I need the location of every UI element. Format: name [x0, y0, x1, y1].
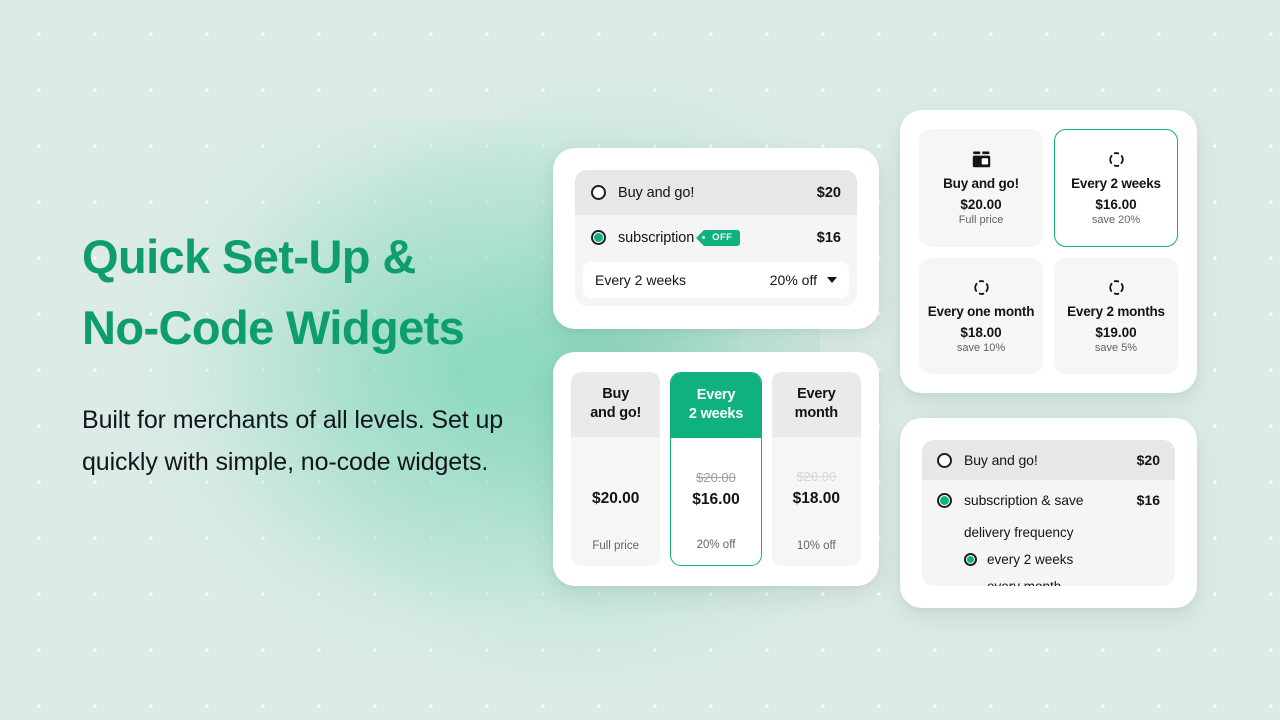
frequency-option-every-2-weeks[interactable]: every 2 weeks [922, 546, 1175, 573]
tile-note: save 20% [1091, 214, 1141, 226]
radio-icon-selected[interactable] [937, 492, 952, 508]
column-old-price: $20.00 [796, 469, 837, 485]
tile-note: save 10% [956, 342, 1006, 354]
chevron-down-icon[interactable] [827, 277, 837, 283]
option-price: $16 [816, 229, 841, 246]
recurring-cycle-icon [973, 276, 990, 298]
package-box-icon [972, 148, 991, 170]
radio-icon-selected[interactable] [591, 230, 606, 245]
frequency-option-label: every month [987, 573, 1061, 586]
frequency-option-label: every 2 weeks [987, 552, 1074, 567]
headline-line-2: No-Code Widgets [82, 300, 465, 354]
column-old-price: $20.00 [696, 470, 736, 486]
widget-radio-simple: Buy and go! $20 subscription OFF $16 Eve… [553, 148, 879, 329]
column-body: $20.00 Full price [571, 437, 660, 566]
radio-icon-unselected[interactable] [591, 185, 606, 200]
option-label: subscription [618, 229, 695, 246]
option-label: Buy and go! [618, 184, 695, 201]
recurring-cycle-icon [1108, 148, 1125, 170]
tile-price: $18.00 [960, 325, 1002, 340]
radio-option-buy-once[interactable]: Buy and go! $20 [922, 440, 1175, 480]
column-price: $18.00 [792, 490, 841, 508]
radio-option-subscription[interactable]: subscription & save $16 [922, 480, 1175, 520]
hero-copy: Quick Set-Up & No-Code Widgets Built for… [82, 222, 552, 483]
radio-option-buy-once[interactable]: Buy and go! $20 [575, 170, 857, 215]
radio-group: Buy and go! $20 subscription OFF $16 Eve… [575, 170, 857, 306]
column-header: Every 2 weeks [671, 373, 761, 439]
column-title-line-2: and go! [590, 405, 642, 422]
tile-price: $20.00 [960, 197, 1002, 212]
pricing-column-every-month[interactable]: Every month $20.00 $18.00 10% off [771, 372, 861, 566]
tile-price: $16.00 [1095, 197, 1137, 212]
column-title-line-1: Every [696, 387, 736, 403]
tile-title: Buy and go! [943, 176, 1019, 191]
pricing-column-buy-once[interactable]: Buy and go! $20.00 Full price [571, 372, 661, 566]
tile-note: Full price [958, 214, 1004, 226]
plan-tile-every-one-month[interactable]: Every one month $18.00 save 10% [919, 258, 1043, 374]
option-label: subscription & save [964, 492, 1084, 508]
column-price: $16.00 [692, 491, 740, 509]
widget-pricing-columns: Buy and go! $20.00 Full price Every 2 we… [553, 352, 879, 586]
frequency-option-every-month[interactable]: every month [922, 573, 1175, 586]
dropdown-discount: 20% off [770, 272, 837, 288]
column-title-line-2: 2 weeks [688, 406, 744, 423]
tile-group: Buy and go! $20.00 Full price Every 2 we… [919, 129, 1178, 374]
dropdown-discount-text: 20% off [769, 272, 817, 288]
column-header: Every month [771, 372, 861, 438]
column-title-line-1: Buy [602, 386, 630, 402]
column-body: $20.00 $16.00 20% off [671, 438, 760, 565]
dropdown-value: Every 2 weeks [595, 272, 687, 288]
tile-title: Every 2 weeks [1071, 176, 1161, 191]
radio-icon-unselected[interactable] [937, 452, 952, 468]
headline-line-1: Quick Set-Up & [82, 230, 416, 283]
option-label: Buy and go! [964, 452, 1038, 468]
column-note: Full price [592, 540, 639, 552]
frequency-dropdown[interactable]: Every 2 weeks 20% off [583, 262, 849, 298]
recurring-cycle-icon [1108, 276, 1125, 298]
column-group: Buy and go! $20.00 Full price Every 2 we… [571, 372, 861, 566]
widget-radio-nested: Buy and go! $20 subscription & save $16 … [900, 418, 1197, 608]
widget-plan-tiles: Buy and go! $20.00 Full price Every 2 we… [900, 110, 1197, 393]
page-title: Quick Set-Up & No-Code Widgets [82, 222, 552, 363]
radio-icon-selected[interactable] [964, 553, 977, 566]
column-title-line-1: Every [797, 386, 836, 402]
pricing-column-every-2-weeks[interactable]: Every 2 weeks $20.00 $16.00 20% off [670, 372, 762, 566]
hero-subcopy: Built for merchants of all levels. Set u… [82, 406, 504, 476]
tile-title: Every one month [927, 304, 1035, 319]
tile-title: Every 2 months [1067, 304, 1165, 319]
delivery-frequency-label: delivery frequency [964, 525, 1074, 540]
column-body: $20.00 $18.00 10% off [772, 437, 861, 566]
option-price: $20 [1136, 452, 1160, 468]
plan-tile-every-2-months[interactable]: Every 2 months $19.00 save 5% [1054, 258, 1178, 374]
page-root: Quick Set-Up & No-Code Widgets Built for… [0, 0, 1280, 720]
radio-group-nested: Buy and go! $20 subscription & save $16 … [922, 440, 1175, 586]
tile-note: save 5% [1094, 342, 1138, 354]
column-title-line-2: month [794, 405, 838, 422]
column-header: Buy and go! [571, 372, 661, 438]
plan-tile-buy-once[interactable]: Buy and go! $20.00 Full price [919, 129, 1043, 247]
column-note: 10% off [796, 540, 836, 552]
radio-option-subscription[interactable]: subscription OFF $16 [575, 215, 857, 260]
column-price: $20.00 [591, 490, 640, 508]
tile-price: $19.00 [1095, 325, 1137, 340]
option-price: $16 [1136, 492, 1160, 508]
plan-tile-every-2-weeks[interactable]: Every 2 weeks $16.00 save 20% [1054, 129, 1178, 247]
discount-tag-badge: OFF [696, 229, 741, 246]
option-price: $20 [816, 184, 841, 201]
column-note: 20% off [696, 539, 736, 551]
